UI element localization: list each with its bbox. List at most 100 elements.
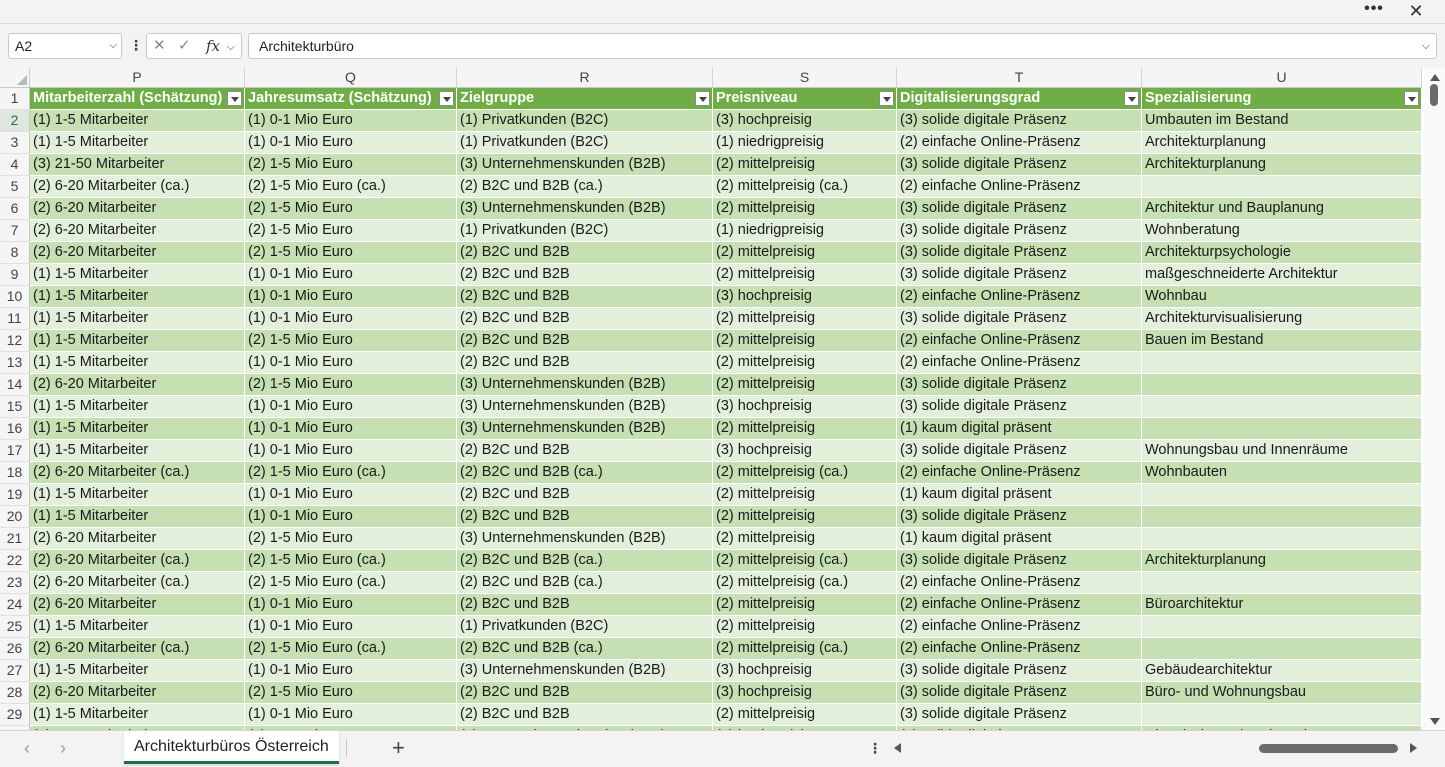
table-cell[interactable]: (2) 6-20 Mitarbeiter xyxy=(30,594,245,616)
table-cell[interactable]: (2) mittelpreisig (ca.) xyxy=(713,462,897,484)
vertical-scrollbar[interactable] xyxy=(1424,68,1445,730)
table-cell[interactable]: (1) 1-5 Mitarbeiter xyxy=(30,616,245,638)
table-cell[interactable]: (3) solide digitale Präsenz xyxy=(897,506,1142,528)
table-cell[interactable]: (2) 6-20 Mitarbeiter (ca.) xyxy=(30,462,245,484)
table-cell[interactable]: (1) 1-5 Mitarbeiter xyxy=(30,660,245,682)
table-cell[interactable]: (2) mittelpreisig xyxy=(713,418,897,440)
filter-dropdown-icon[interactable] xyxy=(227,91,242,106)
close-icon[interactable]: ✕ xyxy=(1405,2,1427,22)
row-header[interactable]: 3 xyxy=(0,132,30,154)
table-cell[interactable]: (2) einfache Online-Präsenz xyxy=(897,616,1142,638)
table-cell[interactable]: (2) B2C und B2B xyxy=(457,286,713,308)
table-cell[interactable]: Wohnberatung xyxy=(1142,220,1422,242)
formula-input[interactable]: Architekturbüro ⌵ xyxy=(248,33,1437,59)
table-header-cell[interactable]: Preisniveau xyxy=(713,88,897,110)
table-cell[interactable]: (2) 6-20 Mitarbeiter (ca.) xyxy=(30,176,245,198)
prev-sheet-icon[interactable]: ‹ xyxy=(24,737,30,759)
row-header[interactable]: 29 xyxy=(0,704,30,726)
worksheet-grid[interactable]: P Q R S T U 1 Mitarbeiterzahl (Schätzung) Jahres… xyxy=(0,68,1445,730)
table-cell[interactable]: (3) hochpreisig xyxy=(713,110,897,132)
table-cell[interactable]: Bauen im Bestand xyxy=(1142,330,1422,352)
table-cell[interactable]: Gebäudearchitektur xyxy=(1142,660,1422,682)
table-cell[interactable]: Wohnungsbau und Innenräume xyxy=(1142,440,1422,462)
table-cell[interactable]: (2) B2C und B2B xyxy=(457,264,713,286)
row-header[interactable]: 5 xyxy=(0,176,30,198)
more-options-icon[interactable]: ••• xyxy=(1362,1,1386,21)
table-cell[interactable]: (1) 1-5 Mitarbeiter xyxy=(30,330,245,352)
table-cell[interactable]: (2) 6-20 Mitarbeiter xyxy=(30,242,245,264)
filter-dropdown-icon[interactable] xyxy=(1404,91,1419,106)
table-cell[interactable]: (3) solide digitale Präsenz xyxy=(897,374,1142,396)
table-cell[interactable]: (2) mittelpreisig xyxy=(713,242,897,264)
table-cell[interactable]: (1) 1-5 Mitarbeiter xyxy=(30,110,245,132)
vertical-dots-icon[interactable]: ⋮ xyxy=(129,36,143,54)
row-header[interactable]: 13 xyxy=(0,352,30,374)
table-cell[interactable]: (1) 1-5 Mitarbeiter xyxy=(30,506,245,528)
table-cell[interactable] xyxy=(1142,418,1422,440)
table-cell[interactable]: (1) kaum digital präsent xyxy=(897,484,1142,506)
table-cell[interactable]: (2) B2C und B2B (ca.) xyxy=(457,462,713,484)
table-cell[interactable]: (2) mittelpreisig xyxy=(713,506,897,528)
row-header[interactable]: 25 xyxy=(0,616,30,638)
chevron-down-icon[interactable]: ⌵ xyxy=(227,38,235,58)
table-cell[interactable]: (2) B2C und B2B xyxy=(457,352,713,374)
table-cell[interactable]: (1) 0-1 Mio Euro xyxy=(245,308,457,330)
table-cell[interactable]: Wohnbauten xyxy=(1142,462,1422,484)
table-cell[interactable]: (2) 6-20 Mitarbeiter xyxy=(30,198,245,220)
table-cell[interactable]: (1) 0-1 Mio Euro xyxy=(245,396,457,418)
table-cell[interactable]: (2) mittelpreisig (ca.) xyxy=(713,550,897,572)
row-header[interactable]: 10 xyxy=(0,286,30,308)
table-cell[interactable] xyxy=(1142,528,1422,550)
table-cell[interactable]: (2) einfache Online-Präsenz xyxy=(897,286,1142,308)
row-header[interactable]: 27 xyxy=(0,660,30,682)
table-cell[interactable]: (1) Privatkunden (B2C) xyxy=(457,616,713,638)
row-header[interactable]: 9 xyxy=(0,264,30,286)
table-cell[interactable]: (1) 1-5 Mitarbeiter xyxy=(30,308,245,330)
table-cell[interactable]: (1) 1-5 Mitarbeiter xyxy=(30,396,245,418)
table-cell[interactable]: (2) 1-5 Mio Euro xyxy=(245,154,457,176)
table-cell[interactable]: (3) Unternehmenskunden (B2B) xyxy=(457,198,713,220)
table-cell[interactable]: (2) B2C und B2B xyxy=(457,682,713,704)
table-cell[interactable]: (2) 1-5 Mio Euro xyxy=(245,242,457,264)
table-cell[interactable]: (2) 6-20 Mitarbeiter xyxy=(30,682,245,704)
table-cell[interactable] xyxy=(1142,616,1422,638)
scroll-down-icon[interactable] xyxy=(1430,718,1440,725)
row-header[interactable]: 22 xyxy=(0,550,30,572)
table-cell[interactable]: Architektur und Bauplanung xyxy=(1142,198,1422,220)
table-cell[interactable]: (2) einfache Online-Präsenz xyxy=(897,572,1142,594)
table-cell[interactable]: (2) 6-20 Mitarbeiter (ca.) xyxy=(30,550,245,572)
table-cell[interactable] xyxy=(1142,506,1422,528)
row-header[interactable]: 16 xyxy=(0,418,30,440)
table-cell[interactable]: (2) einfache Online-Präsenz xyxy=(897,462,1142,484)
table-cell[interactable]: (2) 1-5 Mio Euro (ca.) xyxy=(245,572,457,594)
table-cell[interactable]: (2) 6-20 Mitarbeiter xyxy=(30,528,245,550)
table-cell[interactable]: (3) hochpreisig xyxy=(713,440,897,462)
table-cell[interactable]: (2) mittelpreisig xyxy=(713,264,897,286)
table-cell[interactable]: (3) solide digitale Präsenz xyxy=(897,396,1142,418)
row-header[interactable]: 1 xyxy=(0,88,30,110)
table-cell[interactable]: (3) hochpreisig xyxy=(713,286,897,308)
row-header[interactable]: 8 xyxy=(0,242,30,264)
table-cell[interactable]: (2) 1-5 Mio Euro xyxy=(245,528,457,550)
table-cell[interactable]: (2) 1-5 Mio Euro xyxy=(245,330,457,352)
table-cell[interactable]: (1) 0-1 Mio Euro xyxy=(245,440,457,462)
table-cell[interactable]: (1) 1-5 Mitarbeiter xyxy=(30,286,245,308)
table-cell[interactable]: Büro- und Wohnungsbau xyxy=(1142,682,1422,704)
table-cell[interactable]: (2) 1-5 Mio Euro xyxy=(245,198,457,220)
name-box[interactable]: A2 ⌵ xyxy=(8,33,122,59)
table-cell[interactable]: (3) solide digitale Präsenz xyxy=(897,198,1142,220)
table-cell[interactable] xyxy=(1142,484,1422,506)
table-cell[interactable]: (3) solide digitale Präsenz xyxy=(897,660,1142,682)
row-header[interactable]: 18 xyxy=(0,462,30,484)
table-cell[interactable]: (2) mittelpreisig xyxy=(713,352,897,374)
row-header[interactable]: 4 xyxy=(0,154,30,176)
table-cell[interactable]: (2) B2C und B2B xyxy=(457,440,713,462)
table-cell[interactable]: (2) einfache Online-Präsenz xyxy=(897,594,1142,616)
table-cell[interactable]: (1) 1-5 Mitarbeiter xyxy=(30,418,245,440)
table-cell[interactable]: (2) B2C und B2B (ca.) xyxy=(457,176,713,198)
table-cell[interactable]: (3) hochpreisig xyxy=(713,660,897,682)
table-cell[interactable]: (1) 0-1 Mio Euro xyxy=(245,616,457,638)
table-cell[interactable]: Architekturplanung xyxy=(1142,154,1422,176)
table-cell[interactable]: (2) mittelpreisig xyxy=(713,704,897,726)
table-header-cell[interactable]: Spezialisierung xyxy=(1142,88,1422,110)
